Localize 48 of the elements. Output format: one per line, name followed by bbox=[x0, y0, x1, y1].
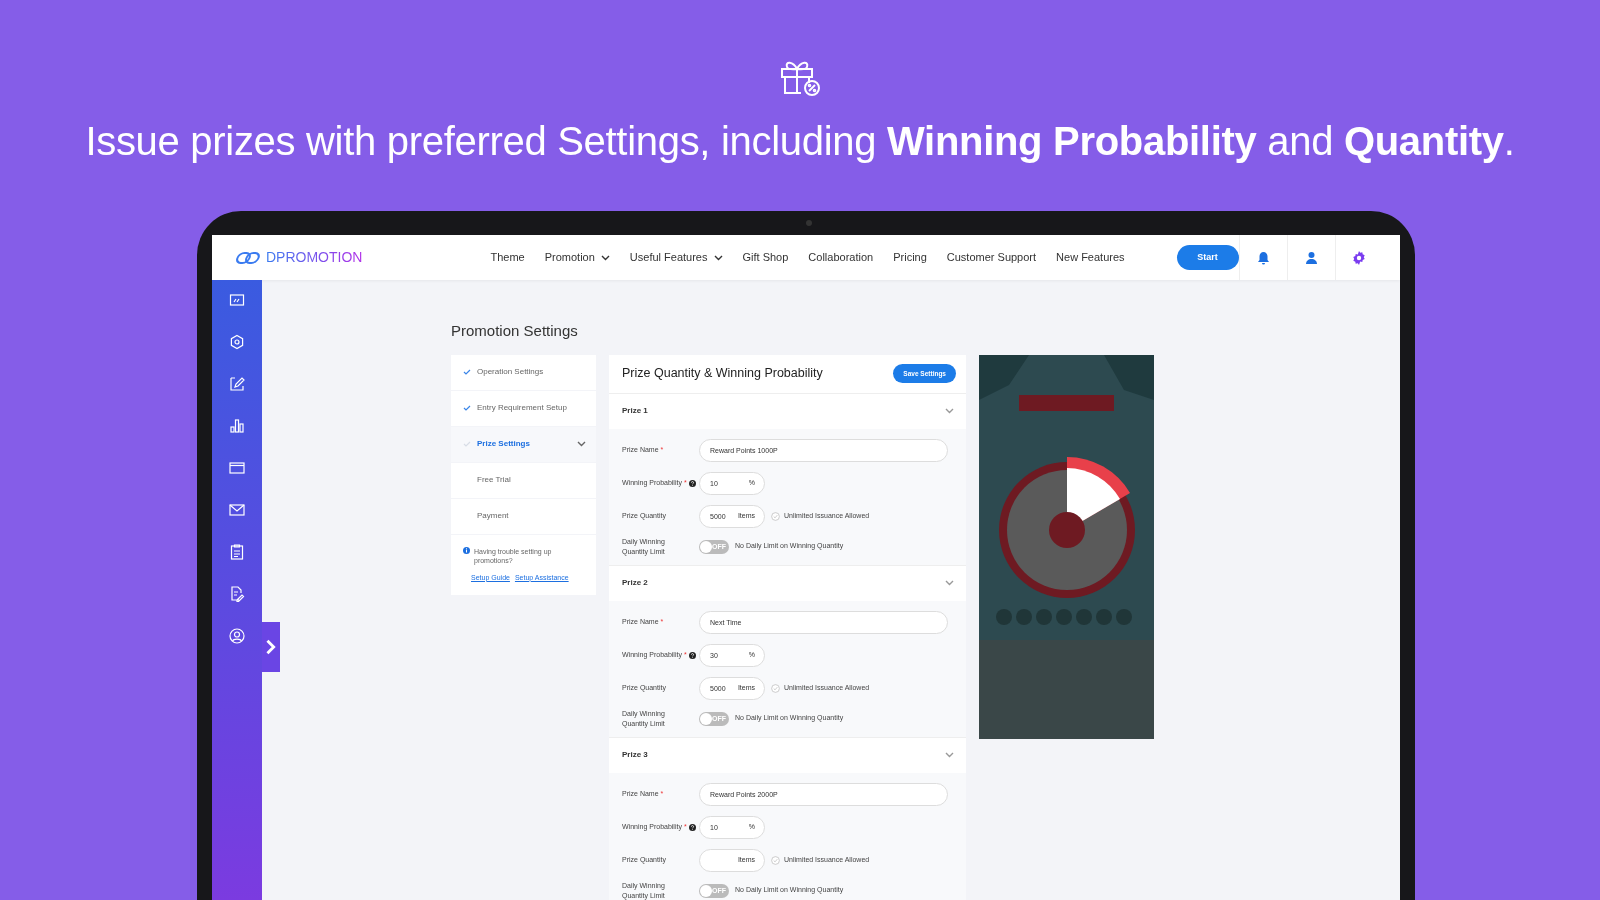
chevron-down-icon bbox=[945, 408, 954, 414]
step-item[interactable]: Operation Settings bbox=[451, 354, 596, 390]
user-circle-icon[interactable] bbox=[229, 628, 245, 644]
document-edit-icon[interactable] bbox=[229, 586, 245, 602]
nav-link[interactable]: Theme bbox=[490, 249, 525, 266]
bar-chart-icon[interactable] bbox=[229, 418, 245, 434]
card-icon[interactable] bbox=[229, 460, 245, 476]
dashboard-icon[interactable] bbox=[229, 292, 245, 308]
check-circle-icon bbox=[771, 855, 780, 865]
mail-icon[interactable] bbox=[229, 502, 245, 518]
check-icon bbox=[463, 441, 471, 447]
chevron-down-icon bbox=[945, 752, 954, 758]
nav-link[interactable]: Collaboration bbox=[808, 249, 874, 266]
nav-link[interactable]: Promotion bbox=[544, 249, 610, 266]
help-icon[interactable] bbox=[688, 651, 696, 659]
check-circle-icon bbox=[771, 511, 780, 521]
step-item[interactable]: Entry Requirement Setup bbox=[451, 390, 596, 426]
nav-link[interactable]: Customer Support bbox=[946, 249, 1037, 266]
help-icon[interactable] bbox=[688, 479, 696, 487]
step-item[interactable]: Payment bbox=[451, 498, 596, 534]
infinity-logo-icon bbox=[236, 250, 260, 265]
headline: Issue prizes with preferred Settings, including Winning Probability and Quantity. bbox=[85, 118, 1515, 165]
settings-icon[interactable] bbox=[1352, 250, 1367, 265]
check-icon bbox=[463, 405, 471, 411]
chevron-down-icon bbox=[713, 254, 723, 261]
nav-link[interactable]: Useful Features bbox=[629, 249, 723, 266]
help-icon[interactable] bbox=[688, 823, 696, 831]
nav-link[interactable]: Gift Shop bbox=[742, 249, 789, 266]
check-icon bbox=[463, 369, 471, 375]
nav-link[interactable]: New Features bbox=[1056, 249, 1125, 266]
check-circle-icon bbox=[771, 683, 780, 693]
page-title: Promotion Settings bbox=[451, 321, 579, 341]
panel-title: Prize Quantity & Winning Probability bbox=[622, 365, 823, 383]
clipboard-icon[interactable] bbox=[229, 544, 245, 560]
chevron-down-icon bbox=[600, 254, 610, 261]
sidebar-expand-button[interactable] bbox=[262, 622, 280, 672]
info-icon bbox=[463, 546, 470, 554]
bell-icon[interactable] bbox=[1256, 250, 1270, 265]
step-item[interactable]: Prize Settings bbox=[451, 426, 596, 462]
settings-icon[interactable] bbox=[229, 334, 245, 350]
start-button[interactable]: Start bbox=[1176, 245, 1239, 270]
nav-link[interactable]: Pricing bbox=[893, 249, 927, 266]
edit-frame-icon[interactable] bbox=[229, 376, 245, 392]
step-item[interactable]: Free Trial bbox=[451, 462, 596, 498]
user-icon[interactable] bbox=[1304, 250, 1318, 265]
quantity-field[interactable] bbox=[699, 848, 765, 872]
chevron-down-icon bbox=[945, 580, 954, 586]
chevron-down-icon bbox=[577, 441, 586, 447]
